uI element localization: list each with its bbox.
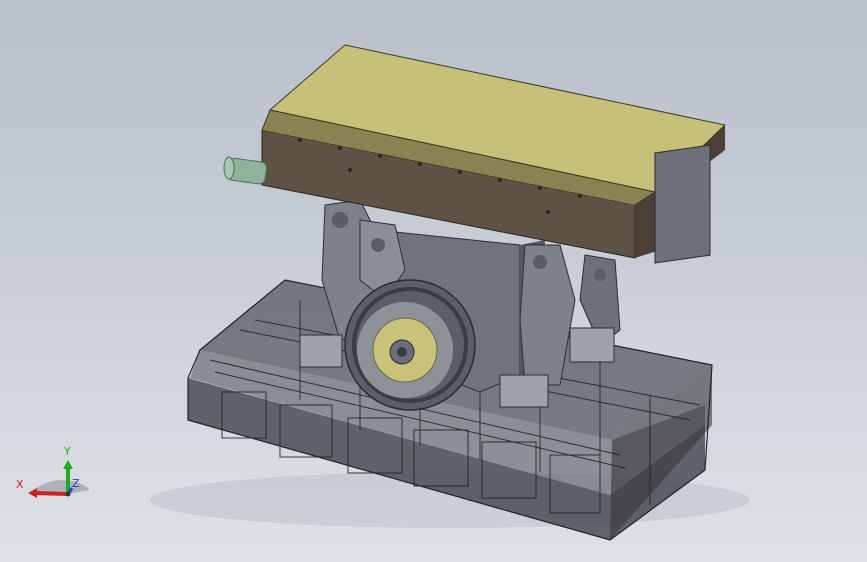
side-cylinder[interactable]: [223, 156, 268, 185]
triad-y-label: Y: [64, 445, 71, 458]
cad-assembly-model[interactable]: [0, 0, 867, 562]
end-bracket: [654, 144, 711, 264]
orientation-triad[interactable]: X Y Z: [10, 438, 100, 518]
drive-pulley[interactable]: [344, 279, 476, 411]
left-mount-block: [299, 334, 343, 368]
triad-x-axis: [33, 491, 69, 496]
triad-origin: [65, 491, 71, 497]
pulley-shaft: [397, 347, 407, 357]
pivot-pin: [533, 255, 547, 269]
pivot-pin: [332, 212, 348, 228]
center-mount-block: [499, 374, 549, 408]
triad-y-arrowhead: [63, 460, 73, 469]
right-mount-block: [569, 327, 615, 363]
cylinder-end-cap: [223, 156, 235, 180]
triad-z-label: Z: [72, 477, 80, 490]
pivot-pin: [594, 269, 606, 281]
triad-x-label: X: [16, 478, 24, 491]
pivot-pin: [371, 238, 385, 252]
graphics-viewport[interactable]: X Y Z: [0, 0, 867, 562]
triad-x-arrowhead: [28, 488, 37, 498]
